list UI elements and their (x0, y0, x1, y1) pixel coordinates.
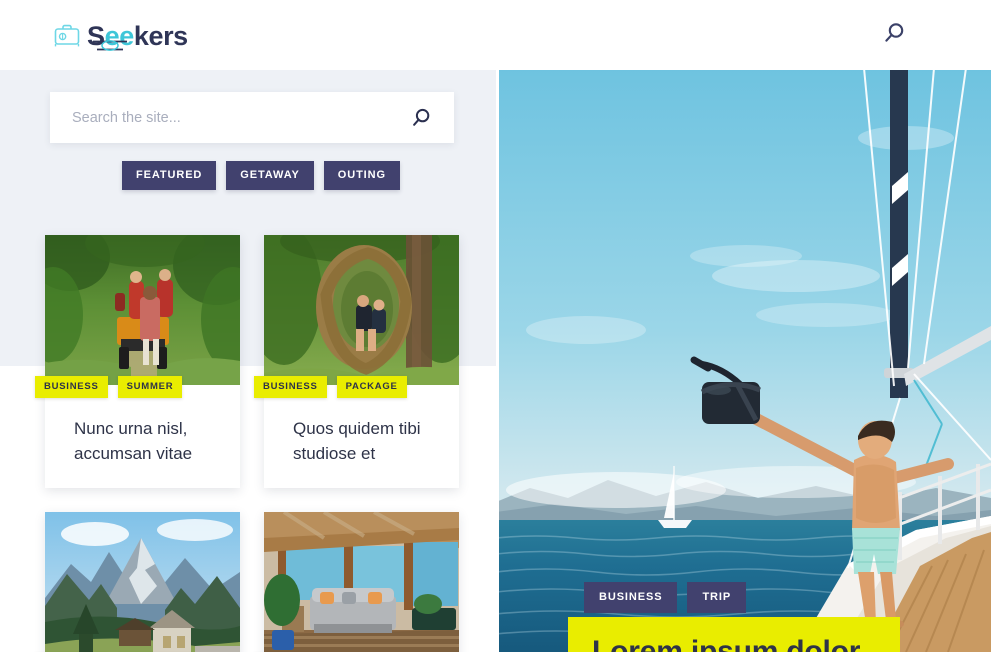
brand-accent: ee (104, 21, 135, 51)
category-pill-featured[interactable]: FEATURED (122, 161, 217, 190)
post-tag-row: BUSINESS PACKAGE (254, 376, 407, 398)
post-card-body: Quos quidem tibi studiose et (264, 385, 459, 488)
left-content-column: FEATURED GETAWAY OUTING (0, 70, 496, 652)
post-thumbnail[interactable] (45, 235, 240, 385)
hero-image (496, 68, 991, 652)
hero-title[interactable]: Lorem ipsum dolor (592, 635, 860, 652)
brand-prefix: S (87, 21, 105, 51)
search-input[interactable] (72, 92, 372, 143)
post-thumbnail[interactable] (264, 235, 459, 385)
search-icon[interactable] (410, 107, 432, 129)
post-card[interactable]: BUSINESS SUMMER Nunc urna nisl, accumsan… (35, 235, 240, 488)
post-title[interactable]: Quos quidem tibi studiose et (293, 416, 441, 466)
hero-tag-row: BUSINESS TRIP (584, 582, 747, 613)
post-tag[interactable]: SUMMER (117, 376, 183, 398)
hero-tag[interactable]: BUSINESS (584, 582, 678, 613)
brand-suffix: kers (133, 21, 188, 51)
category-filter-row: FEATURED GETAWAY OUTING (122, 161, 400, 190)
brand-logo[interactable]: Seekers (53, 19, 188, 53)
search-icon (882, 21, 906, 50)
site-search-box[interactable] (50, 92, 454, 143)
post-card[interactable]: BUSINESS PACKAGE Quos quidem tibi studio… (254, 235, 459, 488)
post-tag[interactable]: BUSINESS (35, 376, 108, 398)
post-thumbnail[interactable] (45, 512, 240, 652)
post-card[interactable]: BUSINESS (264, 512, 459, 652)
post-tag[interactable]: BUSINESS (254, 376, 327, 398)
site-header: Seekers (0, 0, 991, 70)
category-pill-outing[interactable]: OUTING (323, 161, 400, 190)
post-thumbnail[interactable] (264, 512, 459, 652)
category-pill-getaway[interactable]: GETAWAY (226, 161, 314, 190)
post-tag-row: BUSINESS SUMMER (35, 376, 183, 398)
post-tag[interactable]: PACKAGE (336, 376, 407, 398)
header-search-button[interactable] (879, 20, 909, 50)
hero-left-edge (496, 68, 499, 652)
brand-wordmark: Seekers (87, 21, 188, 51)
hero-tag[interactable]: TRIP (687, 582, 747, 613)
post-card-body: Nunc urna nisl, accumsan vitae (45, 385, 240, 488)
suitcase-icon (53, 22, 81, 50)
hero-feature[interactable]: BUSINESS TRIP Lorem ipsum dolor (496, 68, 991, 652)
post-title[interactable]: Nunc urna nisl, accumsan vitae (74, 416, 222, 466)
post-card-grid: BUSINESS SUMMER Nunc urna nisl, accumsan… (35, 235, 463, 652)
post-card[interactable]: BUSINESS FEATURED (45, 512, 240, 652)
